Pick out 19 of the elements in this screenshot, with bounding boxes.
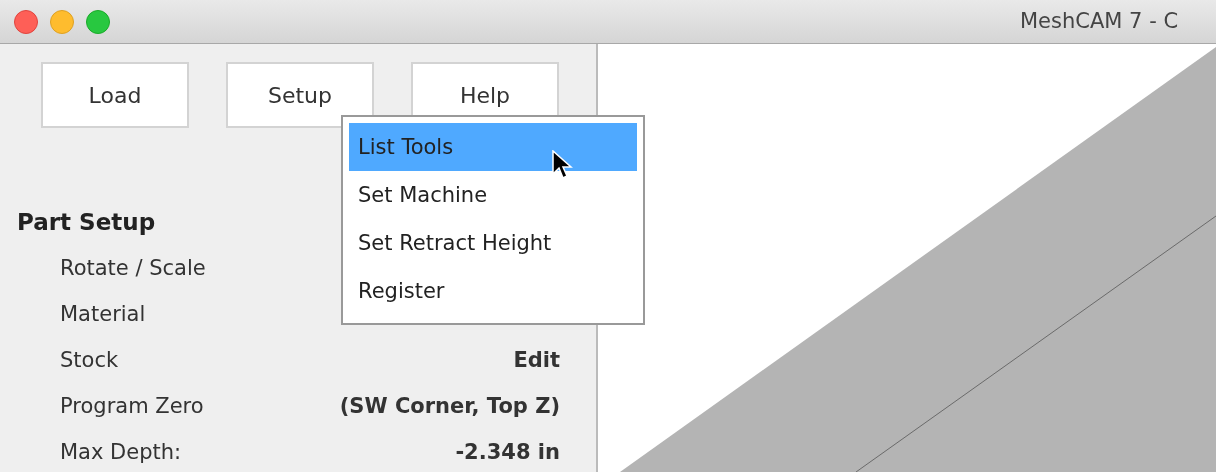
minimize-icon[interactable]: [50, 9, 74, 34]
menu-item[interactable]: Set Machine: [349, 171, 637, 219]
toolbar-button[interactable]: Setup: [226, 62, 374, 128]
setting-label: Stock: [60, 348, 119, 372]
setting-value[interactable]: -2.348 in: [455, 440, 560, 464]
menu-item[interactable]: Set Retract Height: [349, 219, 637, 267]
menu-item[interactable]: Register: [349, 267, 637, 315]
setting-label: Max Depth:: [60, 440, 182, 464]
zoom-icon[interactable]: [86, 9, 110, 34]
section-heading: Part Setup: [17, 208, 156, 237]
setting-label: Rotate / Scale: [60, 256, 206, 280]
setting-value[interactable]: Edit: [513, 348, 560, 372]
setting-label: Program Zero: [60, 394, 204, 418]
toolbar-button[interactable]: Load: [41, 62, 189, 128]
menu-item[interactable]: List Tools: [349, 123, 637, 171]
window-title: MeshCAM 7 - C: [1020, 9, 1179, 33]
setting-value[interactable]: (SW Corner, Top Z): [339, 394, 560, 418]
setting-label: Material: [60, 302, 146, 326]
close-icon[interactable]: [14, 9, 38, 34]
